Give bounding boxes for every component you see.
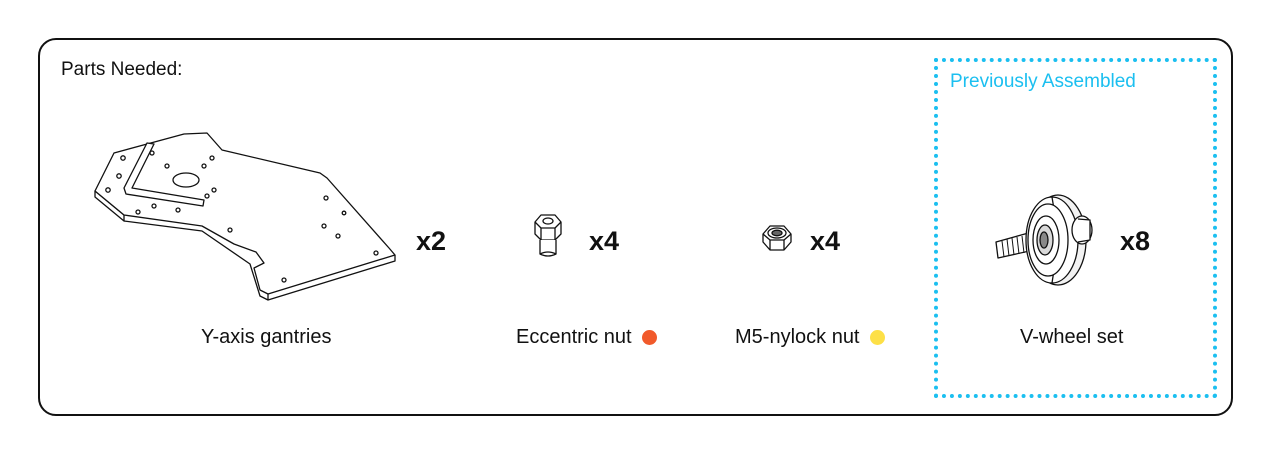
quantity-v-wheel-set: x8 (1120, 226, 1151, 256)
y-axis-gantry-plate-icon (94, 128, 399, 308)
label-text: M5-nylock nut (735, 326, 860, 348)
eccentric-nut-icon (531, 212, 565, 265)
quantity-eccentric-nut: x4 (589, 226, 620, 256)
label-v-wheel-set: V-wheel set (1020, 326, 1123, 349)
label-eccentric-nut: Eccentric nut (516, 326, 657, 349)
v-wheel-set-icon (990, 190, 1102, 295)
label-text: Y-axis gantries (201, 326, 332, 348)
quantity-m5-nylock-nut: x4 (810, 226, 841, 256)
label-text: Eccentric nut (516, 326, 632, 348)
yellow-color-dot (869, 330, 885, 345)
previously-assembled-title: Previously Assembled (950, 71, 1136, 92)
label-text: V-wheel set (1020, 326, 1124, 348)
panel-title: Parts Needed: (61, 59, 183, 80)
label-y-axis-gantries: Y-axis gantries (201, 326, 331, 349)
quantity-y-axis-gantries: x2 (416, 226, 447, 256)
nylock-nut-icon (760, 222, 794, 259)
label-m5-nylock-nut: M5-nylock nut (735, 326, 885, 349)
orange-color-dot (641, 330, 657, 345)
